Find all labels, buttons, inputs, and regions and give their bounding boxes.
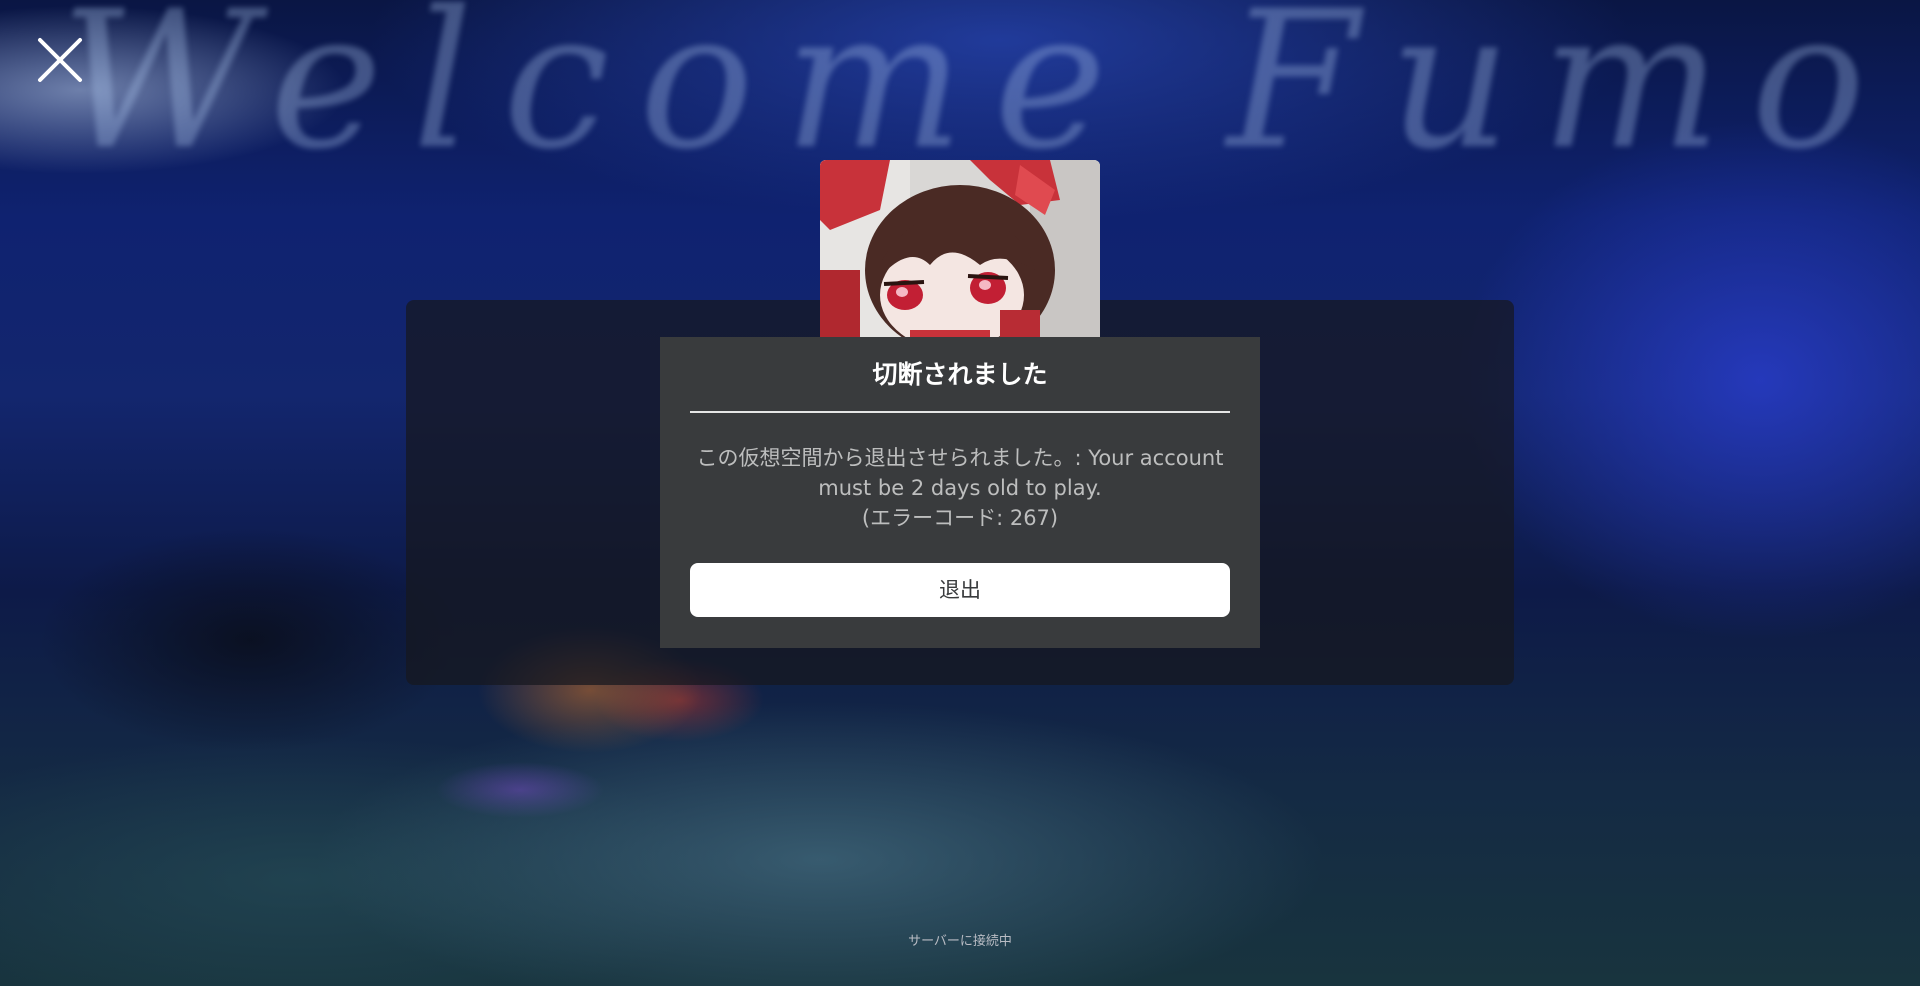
dialog-message-line: must be 2 days old to play. — [818, 476, 1102, 500]
dialog-title: 切断されました — [872, 360, 1048, 389]
game-thumbnail — [820, 160, 1100, 337]
close-icon — [38, 38, 82, 82]
error-code: (エラーコード: 267) — [861, 506, 1059, 530]
close-button[interactable] — [36, 36, 84, 84]
dialog-divider — [690, 411, 1230, 413]
dialog-message: この仮想空間から退出させられました。: Your account must be… — [690, 443, 1230, 533]
exit-button[interactable]: 退出 — [690, 563, 1230, 617]
background-sign-text: Welcome Fumo — [60, 0, 1880, 160]
connection-status: サーバーに接続中 — [908, 934, 1012, 949]
disconnect-screen: Welcome Fumo 切断されました この仮想空間から退出させられました。:… — [0, 0, 1920, 986]
dialog-message-line: この仮想空間から退出させられました。: Your account — [696, 446, 1224, 470]
disconnected-dialog: 切断されました この仮想空間から退出させられました。: Your account… — [660, 337, 1260, 648]
game-thumbnail-image — [820, 160, 1100, 337]
